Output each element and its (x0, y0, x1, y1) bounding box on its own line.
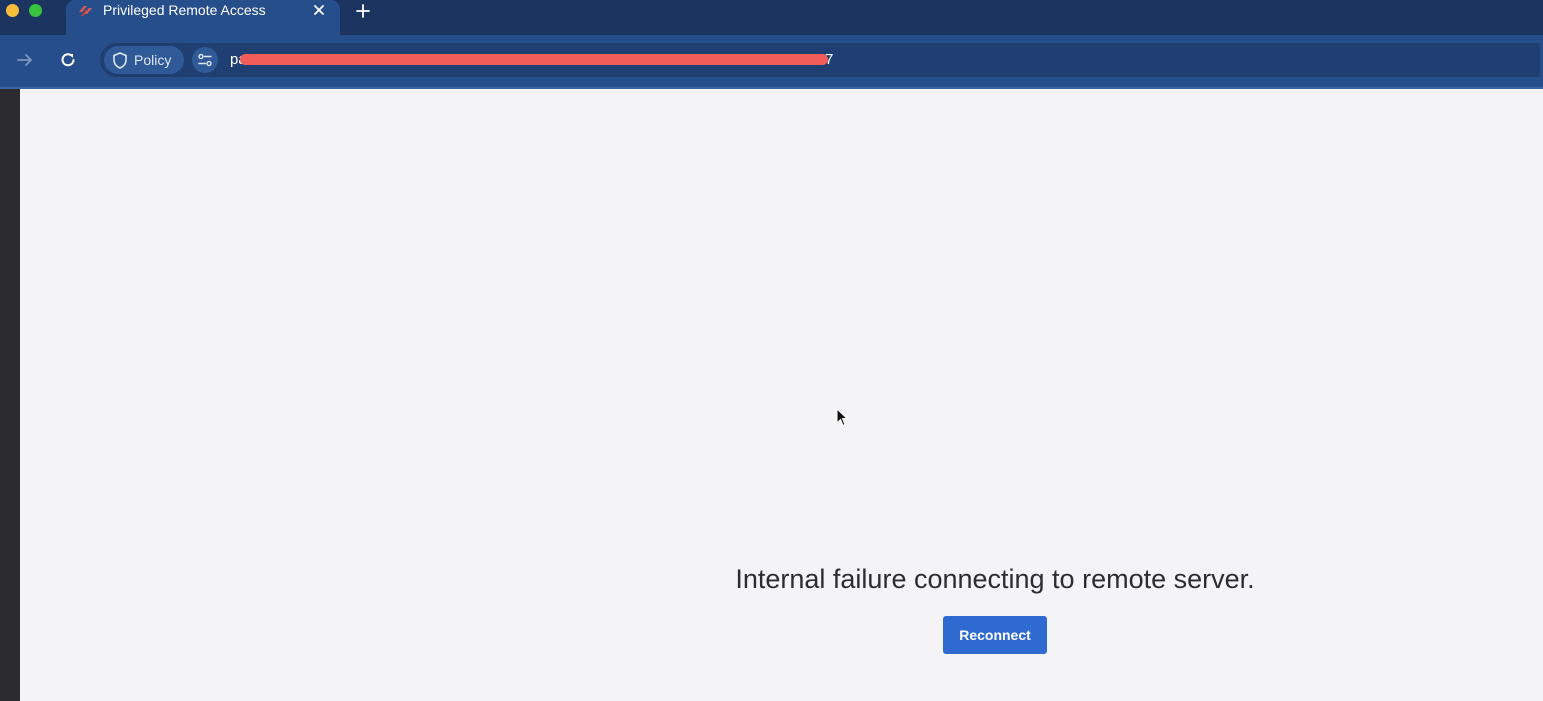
url-redaction-mark (240, 54, 828, 65)
reload-icon[interactable] (58, 50, 78, 70)
mouse-cursor-icon (836, 408, 849, 427)
minimize-window-button[interactable] (6, 4, 19, 17)
reconnect-button[interactable]: Reconnect (943, 616, 1047, 654)
policy-label: Policy (134, 52, 172, 68)
prisma-logo-icon (79, 6, 92, 16)
close-icon[interactable] (311, 2, 327, 18)
maximize-window-button[interactable] (29, 4, 42, 17)
remote-session-viewport: Internal failure connecting to remote se… (20, 89, 1543, 701)
plus-icon[interactable] (354, 2, 372, 20)
error-message: Internal failure connecting to remote se… (735, 564, 1255, 594)
browser-toolbar: Policy pa 7 (0, 35, 1543, 89)
shield-icon (113, 52, 127, 69)
tab-title: Privileged Remote Access (103, 2, 266, 18)
policy-chip[interactable]: Policy (104, 46, 184, 74)
left-edge-strip (0, 89, 20, 701)
browser-window: Privileged Remote Access Policy pa 7 Int… (0, 0, 1543, 701)
forward-icon[interactable] (15, 50, 35, 70)
url-text-suffix: 7 (825, 51, 834, 68)
site-settings-button[interactable] (192, 47, 218, 73)
address-bar[interactable]: Policy pa 7 (100, 43, 1540, 77)
site-settings-icon (198, 53, 212, 67)
tab-privileged-remote-access[interactable]: Privileged Remote Access (66, 0, 340, 35)
tab-bar: Privileged Remote Access (0, 0, 1543, 35)
